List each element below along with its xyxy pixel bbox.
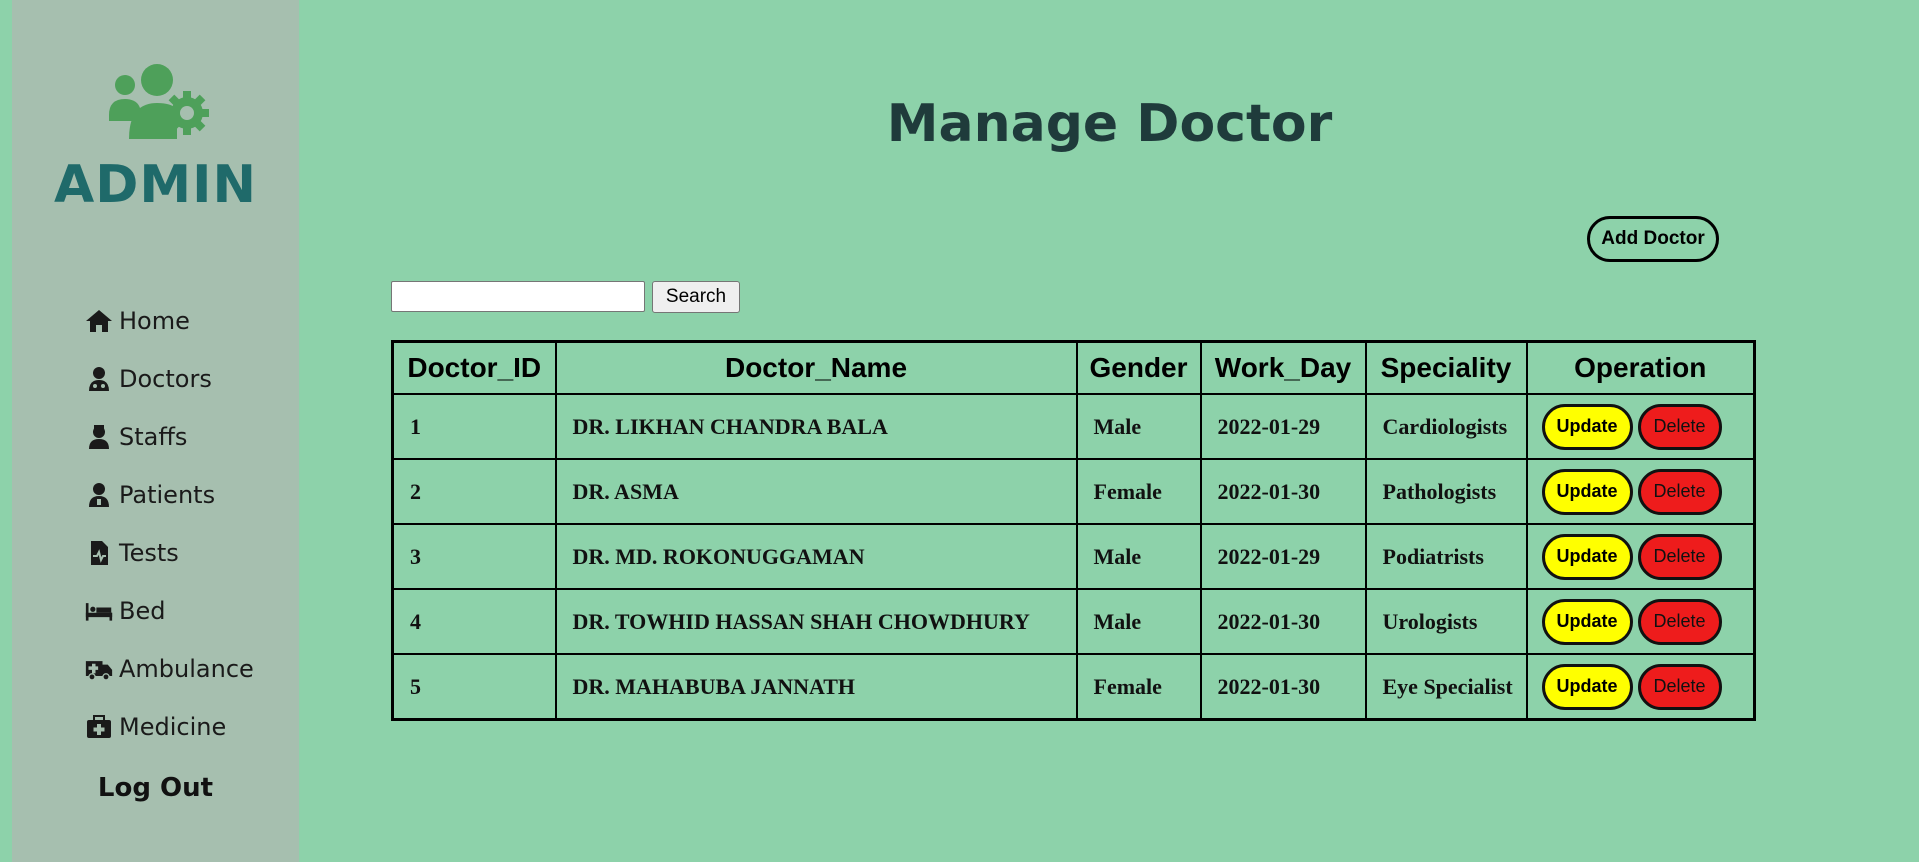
sidebar-item-label: Doctors (119, 365, 212, 393)
work-day-cell: 2022-01-29 (1199, 393, 1367, 460)
delete-button[interactable]: Delete (1637, 663, 1722, 710)
home-icon (86, 310, 112, 332)
doctor-name-cell: DR. TOWHID HASSAN SHAH CHOWDHURY (554, 588, 1078, 655)
sidebar-item-staffs[interactable]: Staffs (85, 408, 254, 466)
patient-icon (89, 483, 109, 507)
sidebar-item-patients[interactable]: Patients (85, 466, 254, 524)
work-day-cell: 2022-01-30 (1199, 588, 1367, 655)
speciality-cell: Pathologists (1364, 458, 1528, 525)
doctor-name-cell: DR. MAHABUBA JANNATH (554, 653, 1078, 721)
doctor-id-cell: 5 (391, 653, 557, 721)
users-gear-icon (109, 64, 209, 139)
gender-cell: Male (1075, 588, 1202, 655)
doctor-name-cell: DR. MD. ROKONUGGAMAN (554, 523, 1078, 590)
sidebar-item-label: Ambulance (119, 655, 254, 683)
table-header-row: Doctor_ID Doctor_Name Gender Work_Day Sp… (391, 340, 1756, 395)
page-title: Manage Doctor (886, 94, 1333, 154)
delete-button[interactable]: Delete (1637, 403, 1722, 450)
sidebar-item-label: Staffs (119, 423, 188, 451)
sidebar-item-medicine[interactable]: Medicine (85, 698, 254, 756)
column-header: Gender (1075, 340, 1202, 395)
sidebar: ADMIN Home Doctors Staffs Patients Tests… (12, 0, 299, 862)
column-header: Doctor_ID (391, 340, 557, 395)
sidebar-item-tests[interactable]: Tests (85, 524, 254, 582)
doctor-name-cell: DR. ASMA (554, 458, 1078, 525)
table-row: 3 DR. MD. ROKONUGGAMAN Male 2022-01-29 P… (391, 523, 1756, 590)
speciality-cell: Podiatrists (1364, 523, 1528, 590)
staff-icon (89, 425, 109, 449)
update-button[interactable]: Update (1541, 403, 1633, 450)
table-row: 1 DR. LIKHAN CHANDRA BALA Male 2022-01-2… (391, 393, 1756, 460)
speciality-cell: Urologists (1364, 588, 1528, 655)
work-day-cell: 2022-01-30 (1199, 458, 1367, 525)
logout-link[interactable]: Log Out (12, 773, 299, 803)
sidebar-item-label: Bed (119, 597, 166, 625)
table-row: 5 DR. MAHABUBA JANNATH Female 2022-01-30… (391, 653, 1756, 721)
speciality-cell: Cardiologists (1364, 393, 1528, 460)
sidebar-item-ambulance[interactable]: Ambulance (85, 640, 254, 698)
sidebar-item-label: Medicine (119, 713, 227, 741)
update-button[interactable]: Update (1541, 598, 1633, 645)
gender-cell: Male (1075, 523, 1202, 590)
gender-cell: Male (1075, 393, 1202, 460)
doctor-id-cell: 3 (391, 523, 557, 590)
operation-cell: Update Delete (1525, 393, 1756, 460)
sidebar-nav: Home Doctors Staffs Patients Tests Bed A… (85, 292, 254, 756)
gender-cell: Female (1075, 458, 1202, 525)
column-header: Operation (1525, 340, 1756, 395)
search-input[interactable] (391, 281, 645, 312)
doctor-id-cell: 2 (391, 458, 557, 525)
add-doctor-button[interactable]: Add Doctor (1587, 216, 1719, 262)
doctor-icon (89, 367, 109, 391)
doctor-id-cell: 1 (391, 393, 557, 460)
sidebar-item-bed[interactable]: Bed (85, 582, 254, 640)
sidebar-item-label: Home (119, 307, 190, 335)
file-medical-icon (91, 541, 108, 565)
doctor-id-cell: 4 (391, 588, 557, 655)
table-row: 4 DR. TOWHID HASSAN SHAH CHOWDHURY Male … (391, 588, 1756, 655)
gender-cell: Female (1075, 653, 1202, 721)
work-day-cell: 2022-01-29 (1199, 523, 1367, 590)
sidebar-item-label: Patients (119, 481, 216, 509)
update-button[interactable]: Update (1541, 663, 1633, 710)
column-header: Work_Day (1199, 340, 1367, 395)
update-button[interactable]: Update (1541, 468, 1633, 515)
operation-cell: Update Delete (1525, 588, 1756, 655)
sidebar-item-doctors[interactable]: Doctors (85, 350, 254, 408)
column-header: Doctor_Name (554, 340, 1078, 395)
delete-button[interactable]: Delete (1637, 468, 1722, 515)
ambulance-icon (85, 661, 113, 681)
delete-button[interactable]: Delete (1637, 598, 1722, 645)
admin-title: ADMIN (53, 155, 258, 215)
bed-icon (85, 603, 113, 621)
doctor-name-cell: DR. LIKHAN CHANDRA BALA (554, 393, 1078, 460)
left-strip (0, 0, 12, 862)
table-row: 2 DR. ASMA Female 2022-01-30 Pathologist… (391, 458, 1756, 525)
delete-button[interactable]: Delete (1637, 533, 1722, 580)
work-day-cell: 2022-01-30 (1199, 653, 1367, 721)
medkit-icon (87, 715, 111, 738)
column-header: Speciality (1364, 340, 1528, 395)
operation-cell: Update Delete (1525, 523, 1756, 590)
speciality-cell: Eye Specialist (1364, 653, 1528, 721)
operation-cell: Update Delete (1525, 653, 1756, 721)
sidebar-item-home[interactable]: Home (85, 292, 254, 350)
search-button[interactable]: Search (652, 281, 740, 313)
doctors-table: Doctor_ID Doctor_Name Gender Work_Day Sp… (391, 340, 1756, 721)
sidebar-item-label: Tests (119, 539, 179, 567)
update-button[interactable]: Update (1541, 533, 1633, 580)
operation-cell: Update Delete (1525, 458, 1756, 525)
